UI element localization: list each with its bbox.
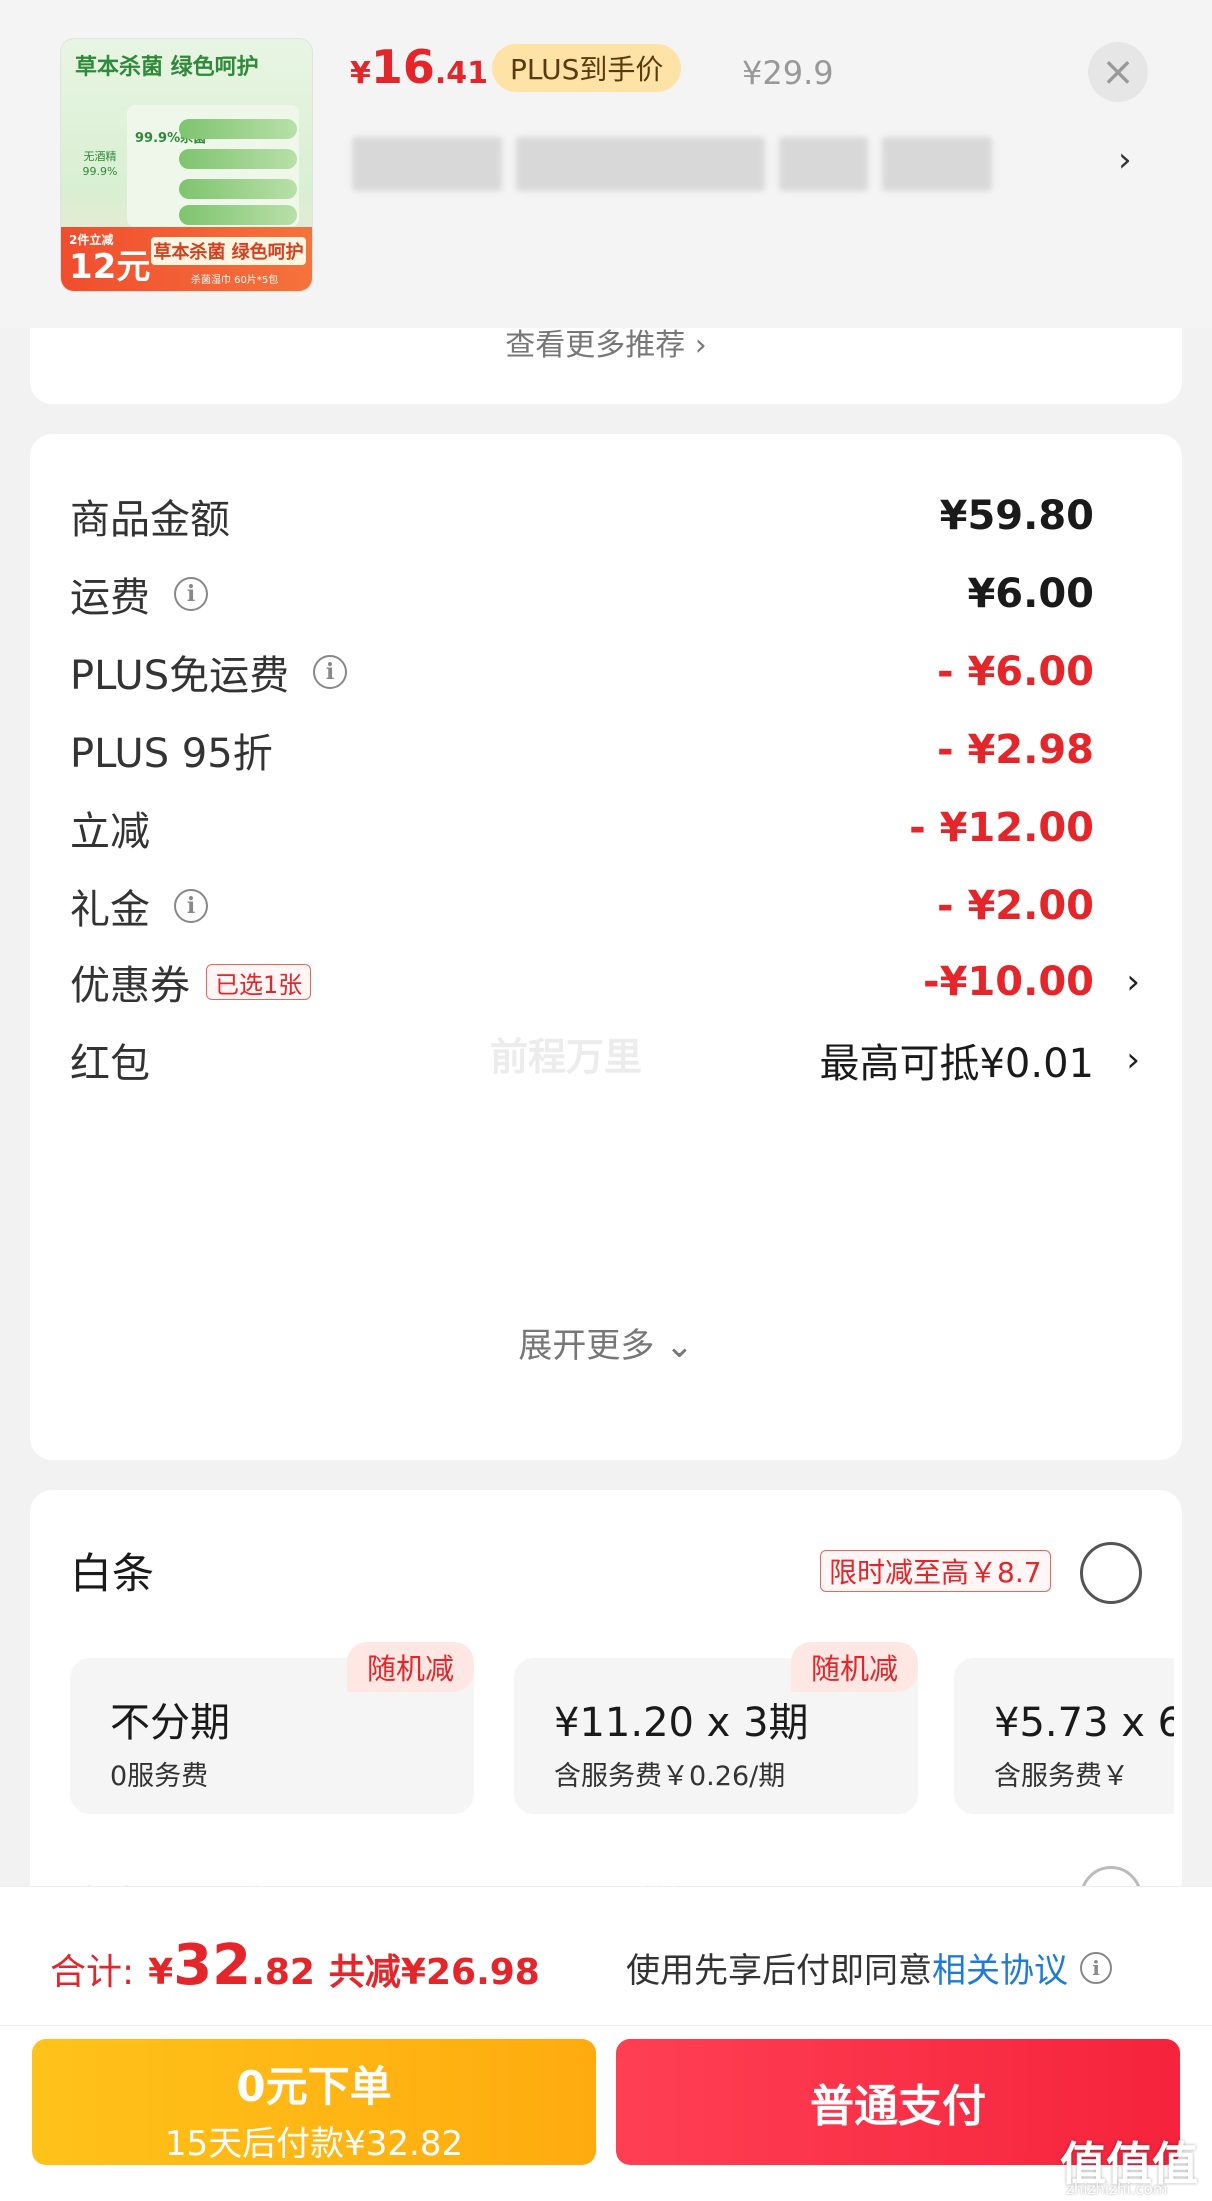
divider (0, 2025, 1212, 2026)
row-value: ¥6.00 (967, 571, 1094, 617)
pay-later-button-title: 0元下单 (236, 2062, 392, 2111)
installment-main: ¥11.20 x 3期 (554, 1700, 809, 1746)
thumb-product-pack: 99.9%杀菌 (127, 105, 299, 227)
installment-option[interactable]: 随机减 不分期 0服务费 (70, 1642, 474, 1814)
thumb-promo-small: 2件立减 (69, 233, 114, 247)
price-row-shipping: 运费 i ¥6.00 (70, 564, 1146, 624)
info-icon[interactable]: i (174, 889, 208, 923)
checkout-bar: 合计: ¥32.82 共减¥26.98 使用先享后付即同意 相关协议 i 0元下… (0, 1886, 1212, 2201)
row-label: 红包 (70, 1041, 150, 1087)
installment-main: 不分期 (110, 1700, 230, 1746)
price-row-goods-amount: 商品金额 ¥59.80 (70, 486, 1146, 546)
price-breakdown-card: 商品金额 ¥59.80 运费 i ¥6.00 PLUS免运费 i - ¥6.00… (30, 434, 1182, 1460)
total-yen: ¥ (148, 1952, 174, 1993)
row-label: PLUS 95折 (70, 731, 273, 777)
row-value: ¥59.80 (939, 493, 1094, 539)
total-dec: .82 (251, 1952, 315, 1993)
blurred-text (778, 137, 869, 191)
price-int: 16 (370, 40, 435, 94)
thumb-band-text: 草本杀菌 绿色呵护 (151, 237, 306, 265)
baitiao-radio[interactable] (1080, 1542, 1142, 1604)
row-value: -¥10.00 (923, 959, 1094, 1005)
pay-later-button-sub: 15天后付款¥32.82 (164, 2124, 464, 2164)
product-header: 草本杀菌 绿色呵护 99.9%杀菌 无酒精 99.9% 2件立减 12元 草本杀… (0, 0, 1212, 328)
plus-price-tag: PLUS到手价 (492, 44, 682, 92)
thumb-promo: 2件立减 12元 (69, 231, 150, 286)
price-row-plus-free-shipping: PLUS免运费 i - ¥6.00 (70, 642, 1146, 702)
close-button[interactable]: × (1088, 42, 1148, 102)
limit-discount-tag: 限时减至高￥8.7 (820, 1550, 1051, 1592)
thumb-slogan: 草本杀菌 绿色呵护 (75, 55, 259, 80)
product-title-blurred[interactable] (352, 130, 993, 198)
price-row-instant-reduction: 立减 - ¥12.00 (70, 798, 1146, 858)
info-icon[interactable]: i (1080, 1951, 1112, 1984)
row-label: 礼金 (70, 887, 150, 933)
expand-more-button[interactable]: 展开更多 ⌄ (0, 1318, 1212, 1367)
random-discount-badge: 随机减 (346, 1642, 474, 1692)
price-row-coupon[interactable]: 优惠券 已选1张 -¥10.00 › (70, 952, 1146, 1012)
random-discount-badge: 随机减 (790, 1642, 918, 1692)
thumb-roll (179, 205, 297, 225)
agreement-text: 使用先享后付即同意 (626, 1951, 932, 1991)
row-value: - ¥2.98 (936, 727, 1094, 773)
row-value: - ¥12.00 (909, 805, 1094, 851)
thumb-roll (179, 149, 297, 169)
price-yen: ¥ (350, 56, 371, 91)
thumb-promo-num: 12元 (69, 247, 151, 287)
thumb-roll (179, 179, 297, 199)
product-thumbnail[interactable]: 草本杀菌 绿色呵护 99.9%杀菌 无酒精 99.9% 2件立减 12元 草本杀… (60, 38, 313, 292)
row-label: 立减 (70, 809, 150, 855)
thumb-roll (179, 119, 297, 139)
order-total: 合计: ¥32.82 共减¥26.98 (50, 1933, 540, 1998)
installment-sub: 0服务费 (110, 1761, 209, 1792)
row-value: - ¥2.00 (936, 883, 1094, 929)
total-savings: 共减¥26.98 (328, 1952, 540, 1993)
row-value: 最高可抵¥0.01 (819, 1041, 1094, 1087)
row-value: - ¥6.00 (936, 649, 1094, 695)
row-label: PLUS免运费 (70, 653, 290, 699)
thumb-side-text: 无酒精 99.9% (82, 150, 118, 178)
blurred-text (515, 137, 765, 191)
info-icon[interactable]: i (313, 655, 348, 689)
total-int: 32 (173, 1933, 252, 1998)
price-row-plus-discount: PLUS 95折 - ¥2.98 (70, 720, 1146, 780)
info-icon[interactable]: i (174, 577, 208, 611)
site-url: zhizhizhi.com (1066, 2180, 1168, 2198)
pay-later-button[interactable]: 0元下单 15天后付款¥32.82 (32, 2039, 596, 2165)
installment-sub: 含服务费￥ (994, 1761, 1129, 1792)
installment-option-clipped[interactable]: ¥5.73 x 6期 含服务费￥ (954, 1658, 1174, 1814)
chevron-right-icon[interactable]: › (1126, 962, 1140, 1002)
watermark: 前程万里 (490, 1035, 643, 1079)
total-label: 合计: (50, 1952, 135, 1993)
row-label: 优惠券 (70, 963, 190, 1009)
price-main: ¥16.41 (350, 40, 488, 94)
product-price: ¥16.41 (350, 40, 488, 100)
row-label: 运费 (70, 575, 150, 621)
row-label: 商品金额 (70, 497, 230, 543)
installment-option[interactable]: 随机减 ¥11.20 x 3期 含服务费￥0.26/期 (514, 1642, 918, 1814)
blurred-text (882, 137, 993, 191)
agreement-notice: 使用先享后付即同意 相关协议 i (626, 1943, 1112, 1992)
baitiao-title: 白条 (70, 1549, 155, 1598)
baitiao-card: 白条 限时减至高￥8.7 随机减 不分期 0服务费 随机减 ¥11.20 x 3… (30, 1490, 1182, 1950)
agreement-link[interactable]: 相关协议 (932, 1943, 1068, 1992)
price-row-gift-money: 礼金 i - ¥2.00 (70, 876, 1146, 936)
installment-main: ¥5.73 x 6期 (994, 1700, 1174, 1746)
close-icon: × (1101, 49, 1135, 95)
thumb-promo-band: 2件立减 12元 草本杀菌 绿色呵护 杀菌湿巾 60片*5包 (61, 227, 312, 291)
coupon-selected-badge: 已选1张 (206, 964, 312, 1000)
chevron-right-icon[interactable]: › (1126, 1040, 1140, 1080)
blurred-text (352, 137, 502, 191)
chevron-right-icon[interactable]: › (1118, 140, 1132, 180)
original-price: ¥29.9 (742, 54, 834, 92)
installment-sub: 含服务费￥0.26/期 (554, 1761, 786, 1792)
thumb-pack-info: 杀菌湿巾 60片*5包 (191, 275, 279, 286)
price-dec: .41 (434, 56, 489, 91)
installment-option[interactable]: ¥5.73 x 6期 含服务费￥ (954, 1658, 1174, 1814)
